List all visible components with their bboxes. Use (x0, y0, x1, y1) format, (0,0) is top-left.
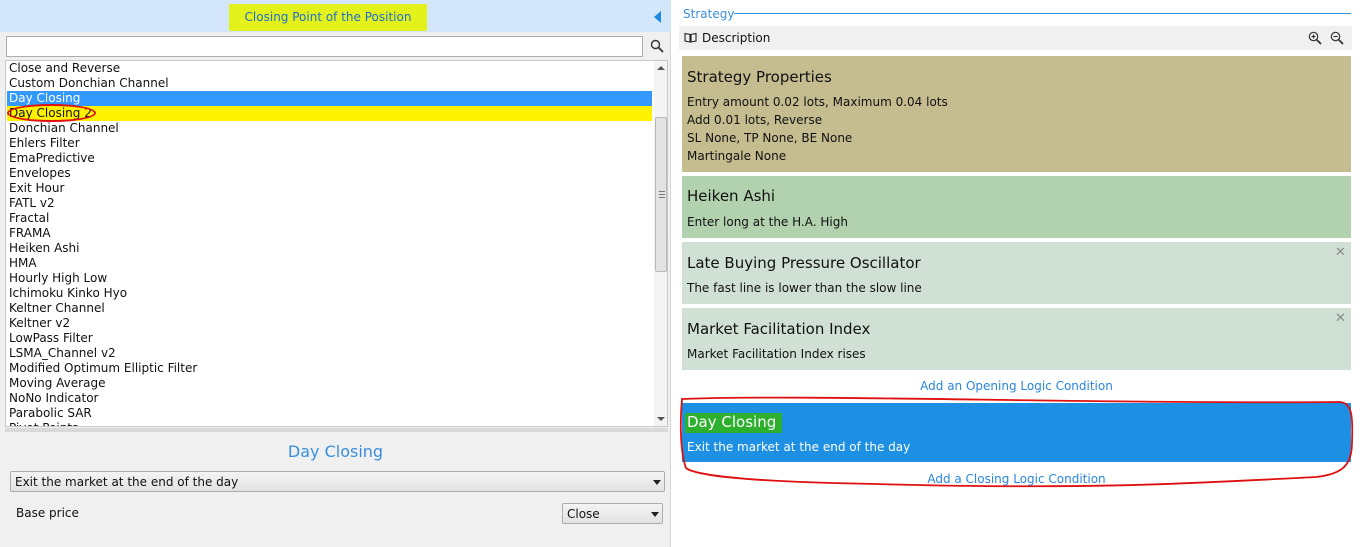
section-label: Strategy (683, 7, 735, 21)
strategy-panel: Strategy Description Strategy Properties… (672, 0, 1362, 547)
base-price-label: Base price (16, 506, 79, 520)
list-item[interactable]: Ichimoku Kinko Hyo (7, 286, 652, 301)
list-item[interactable]: Close and Reverse (7, 61, 652, 76)
opening-slot-market-facilitation[interactable]: Market Facilitation Index Market Facilit… (682, 308, 1351, 370)
slot-line: Add 0.01 lots, Reverse (687, 113, 823, 127)
list-item[interactable]: Envelopes (7, 166, 652, 181)
slot-title: Day Closing (687, 413, 777, 431)
indicator-panel: Closing Point of the Position Close and … (0, 0, 671, 547)
list-item[interactable]: FRAMA (7, 226, 652, 241)
list-item[interactable]: Exit Hour (7, 181, 652, 196)
slot-description: Market Facilitation Index rises (687, 347, 866, 361)
panel-title: Closing Point of the Position (244, 10, 412, 24)
list-splitter[interactable] (5, 428, 668, 432)
base-price-value: Close (567, 507, 600, 521)
marked-item-annotation (7, 104, 96, 122)
slot-line: Martingale None (687, 149, 787, 163)
opening-slot-late-buying-pressure[interactable]: Late Buying Pressure Oscillator The fast… (682, 242, 1351, 304)
slot-description: The fast line is lower than the slow lin… (687, 281, 922, 295)
slot-title: Heiken Ashi (687, 187, 776, 205)
list-item[interactable]: Day Closing (7, 91, 652, 106)
section-divider (734, 13, 1351, 14)
close-icon[interactable]: ✕ (1335, 311, 1346, 326)
slot-line: SL None, TP None, BE None (687, 131, 853, 145)
indicator-list[interactable]: Close and Reverse Custom Donchian Channel… (5, 60, 668, 427)
slot-line: Entry amount 0.02 lots, Maximum 0.04 lot… (687, 95, 948, 109)
list-item[interactable]: Parabolic SAR (7, 406, 652, 421)
logic-condition-value: Exit the market at the end of the day (15, 475, 239, 489)
closing-slot-day-closing[interactable]: Day Closing Exit the market at the end o… (682, 403, 1351, 462)
book-icon[interactable] (684, 32, 697, 43)
list-item[interactable]: FATL v2 (7, 196, 652, 211)
scroll-up-icon[interactable] (657, 66, 665, 70)
list-item[interactable]: Pivot Points (7, 421, 652, 426)
search-icon[interactable] (650, 39, 664, 53)
chevron-down-icon (651, 512, 659, 517)
list-item[interactable]: Ehlers Filter (7, 136, 652, 151)
list-scrollbar[interactable] (654, 61, 667, 426)
list-item[interactable]: Donchian Channel (7, 121, 652, 136)
close-icon[interactable]: ✕ (1335, 245, 1346, 260)
list-item[interactable]: HMA (7, 256, 652, 271)
logic-condition-select[interactable]: Exit the market at the end of the day (10, 471, 665, 492)
zoom-in-icon[interactable] (1308, 31, 1322, 45)
scroll-down-icon[interactable] (657, 417, 665, 421)
collapse-arrow-icon[interactable] (654, 11, 661, 23)
list-item[interactable]: Hourly High Low (7, 271, 652, 286)
strategy-toolbar: Description (679, 26, 1352, 50)
list-item[interactable]: NoNo Indicator (7, 391, 652, 406)
panel-header: Closing Point of the Position (0, 0, 671, 32)
list-item[interactable]: LowPass Filter (7, 331, 652, 346)
indicator-name: Day Closing (287, 442, 384, 461)
list-item[interactable]: LSMA_Channel v2 (7, 346, 652, 361)
list-item[interactable]: Keltner v2 (7, 316, 652, 331)
list-item[interactable]: Keltner Channel (7, 301, 652, 316)
zoom-out-icon[interactable] (1330, 31, 1344, 45)
list-item[interactable]: Custom Donchian Channel (7, 76, 652, 91)
list-item[interactable]: Day Closing 2 (7, 106, 652, 121)
list-item[interactable]: Moving Average (7, 376, 652, 391)
add-opening-logic-link[interactable]: Add an Opening Logic Condition (682, 379, 1351, 393)
opening-slot-heiken-ashi[interactable]: Heiken Ashi Enter long at the H.A. High (682, 176, 1351, 238)
list-item[interactable]: Heiken Ashi (7, 241, 652, 256)
list-item[interactable]: EmaPredictive (7, 151, 652, 166)
search-input[interactable] (6, 36, 643, 57)
add-closing-logic-link[interactable]: Add a Closing Logic Condition (682, 472, 1351, 486)
list-item[interactable]: Fractal (7, 211, 652, 226)
scrollbar-thumb[interactable] (655, 117, 667, 272)
base-price-select[interactable]: Close (562, 503, 663, 524)
slot-description: Exit the market at the end of the day (687, 440, 911, 454)
strategy-properties-slot[interactable]: Strategy Properties Entry amount 0.02 lo… (682, 56, 1351, 172)
slot-title: Strategy Properties (687, 68, 832, 86)
slot-title: Late Buying Pressure Oscillator (687, 254, 921, 272)
slot-description: Enter long at the H.A. High (687, 215, 848, 229)
description-button[interactable]: Description (702, 31, 770, 45)
slot-title: Market Facilitation Index (687, 320, 871, 338)
list-item[interactable]: Modified Optimum Elliptic Filter (7, 361, 652, 376)
chevron-down-icon (653, 480, 661, 485)
